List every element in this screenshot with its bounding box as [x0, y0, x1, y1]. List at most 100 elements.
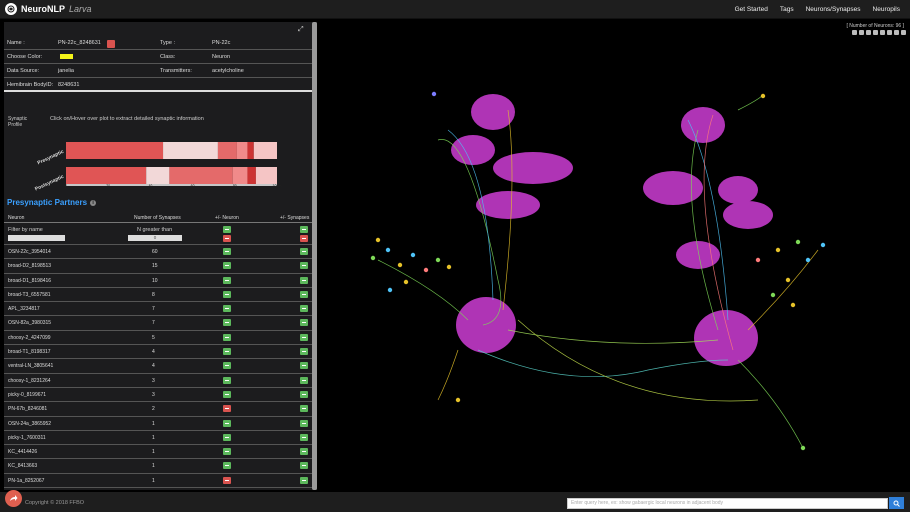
remove-all-synapses-button[interactable]	[300, 235, 308, 242]
bar-segment[interactable]	[255, 167, 277, 184]
partner-name[interactable]: OSN-24a_3865952	[8, 421, 51, 427]
col-neuron[interactable]: Neuron	[8, 215, 24, 221]
toggle-neuron-button[interactable]	[223, 419, 231, 427]
toggle-synapses-button[interactable]	[300, 248, 308, 255]
settings-icon[interactable]	[901, 30, 906, 35]
add-all-synapses-button[interactable]	[300, 226, 308, 233]
synaptic-profile-chart[interactable]: Presynaptic Postsynaptic 0 20 40 60 80 100%	[4, 132, 312, 192]
partner-name[interactable]: PN-1a_8252067	[8, 478, 44, 484]
add-all-neurons-button[interactable]	[223, 226, 231, 233]
toggle-synapses-button[interactable]	[300, 319, 308, 327]
partner-name[interactable]: choosy-2_4247099	[8, 335, 51, 341]
color-picker[interactable]	[60, 54, 73, 59]
toggle-neuron-button[interactable]	[223, 476, 231, 484]
query-input[interactable]: Enter query here, ex: show gabaergic loc…	[567, 498, 888, 509]
remove-neuron-button[interactable]	[107, 40, 115, 48]
partner-name[interactable]: picky-0_8199671	[8, 392, 46, 398]
partner-name[interactable]: broad-T3_6557581	[8, 292, 51, 298]
bar-segment[interactable]	[163, 142, 218, 159]
partner-name[interactable]: broad-D2_8198513	[8, 263, 51, 269]
toggle-neuron-button[interactable]	[223, 448, 231, 456]
transmitters-label: Transmitters:	[160, 68, 192, 74]
brand[interactable]: NeuroNLP Larva	[5, 3, 92, 15]
nav-neuropils[interactable]: Neuropils	[873, 6, 900, 13]
partner-synapse-count: 4	[152, 349, 155, 356]
scrollbar-thumb[interactable]	[312, 22, 317, 490]
filter-name-input[interactable]	[8, 235, 65, 241]
toggle-synapses-button[interactable]	[300, 376, 308, 384]
toggle-neuron-button[interactable]	[223, 390, 231, 398]
eye-slash-icon[interactable]	[866, 30, 871, 35]
toggle-neuron-button[interactable]	[223, 290, 231, 298]
toggle-synapses-button[interactable]	[300, 262, 308, 270]
toggle-neuron-button[interactable]	[223, 276, 231, 284]
bar-segment[interactable]	[253, 142, 277, 159]
ngt-input[interactable]: 0	[128, 235, 182, 241]
expand-icon[interactable]: ⤢	[298, 26, 306, 34]
partner-name[interactable]: OSN-82a_3980315	[8, 320, 51, 326]
remove-all-neurons-button[interactable]	[223, 235, 231, 242]
layers-icon[interactable]	[880, 30, 885, 35]
toggle-neuron-button[interactable]	[223, 248, 231, 255]
toggle-synapses-button[interactable]	[300, 390, 308, 398]
partner-name[interactable]: OSN-22c_3954014	[8, 249, 51, 255]
nav-neurons-synapses[interactable]: Neurons/Synapses	[806, 6, 861, 13]
share-icon[interactable]	[5, 490, 22, 507]
bar-segment[interactable]	[66, 167, 147, 184]
info-icon[interactable]: i	[90, 199, 97, 206]
nav-get-started[interactable]: Get Started	[735, 6, 768, 13]
bar-segment[interactable]	[66, 142, 164, 159]
toggle-synapses-button[interactable]	[300, 419, 308, 427]
bar-segment[interactable]	[217, 142, 237, 159]
partner-name[interactable]: KC_4414426	[8, 449, 37, 455]
toggle-synapses-button[interactable]	[300, 448, 308, 456]
tick-label: 80	[233, 184, 237, 188]
trash-icon[interactable]	[859, 30, 864, 35]
neuron-3d-viewer[interactable]: [ Number of Neurons: 96 ]	[318, 20, 910, 492]
search-button[interactable]	[889, 497, 904, 509]
refresh-icon[interactable]	[887, 30, 892, 35]
bar-segment[interactable]	[247, 142, 254, 159]
table-row: broad-T1_8198317 4	[4, 345, 312, 360]
partner-name[interactable]: APL_3234817	[8, 306, 40, 312]
toggle-neuron-button[interactable]	[223, 348, 231, 356]
bar-segment[interactable]	[146, 167, 170, 184]
toggle-neuron-button[interactable]	[223, 405, 231, 413]
partner-name[interactable]: choosy-1_8231264	[8, 378, 51, 384]
toggle-neuron-button[interactable]	[223, 305, 231, 313]
toggle-neuron-button[interactable]	[223, 376, 231, 384]
col-synapses[interactable]: Number of Synapses	[134, 215, 181, 221]
toggle-neuron-button[interactable]	[223, 319, 231, 327]
panel-scrollbar[interactable]	[312, 22, 317, 490]
bar-segment[interactable]	[232, 167, 248, 184]
toggle-synapses-button[interactable]	[300, 476, 308, 484]
partner-name[interactable]: picky-1_7600311	[8, 435, 46, 441]
toggle-neuron-button[interactable]	[223, 262, 231, 270]
toggle-neuron-button[interactable]	[223, 362, 231, 370]
toggle-synapses-button[interactable]	[300, 290, 308, 298]
download-icon[interactable]	[852, 30, 857, 35]
eye-icon[interactable]	[873, 30, 878, 35]
toggle-synapses-button[interactable]	[300, 276, 308, 284]
toggle-neuron-button[interactable]	[223, 462, 231, 470]
partner-name[interactable]: broad-D1_8198416	[8, 278, 51, 284]
toggle-synapses-button[interactable]	[300, 433, 308, 441]
toggle-synapses-button[interactable]	[300, 333, 308, 341]
bar-segment[interactable]	[169, 167, 233, 184]
toggle-neuron-button[interactable]	[223, 333, 231, 341]
partner-name[interactable]: ventral-LN_3805641	[8, 363, 53, 369]
partner-name[interactable]: KC_8413663	[8, 463, 37, 469]
table-row: broad-D1_8198416 10	[4, 274, 312, 288]
toggle-synapses-button[interactable]	[300, 348, 308, 356]
camera-icon[interactable]	[894, 30, 899, 35]
toggle-synapses-button[interactable]	[300, 405, 308, 413]
partner-name[interactable]: broad-T1_8198317	[8, 349, 51, 355]
partner-name[interactable]: PN-67b_8246081	[8, 406, 47, 412]
toggle-synapses-button[interactable]	[300, 362, 308, 370]
bar-segment[interactable]	[236, 142, 248, 159]
nav-tags[interactable]: Tags	[780, 6, 794, 13]
toggle-synapses-button[interactable]	[300, 305, 308, 313]
bar-segment[interactable]	[247, 167, 256, 184]
toggle-neuron-button[interactable]	[223, 433, 231, 441]
toggle-synapses-button[interactable]	[300, 462, 308, 470]
